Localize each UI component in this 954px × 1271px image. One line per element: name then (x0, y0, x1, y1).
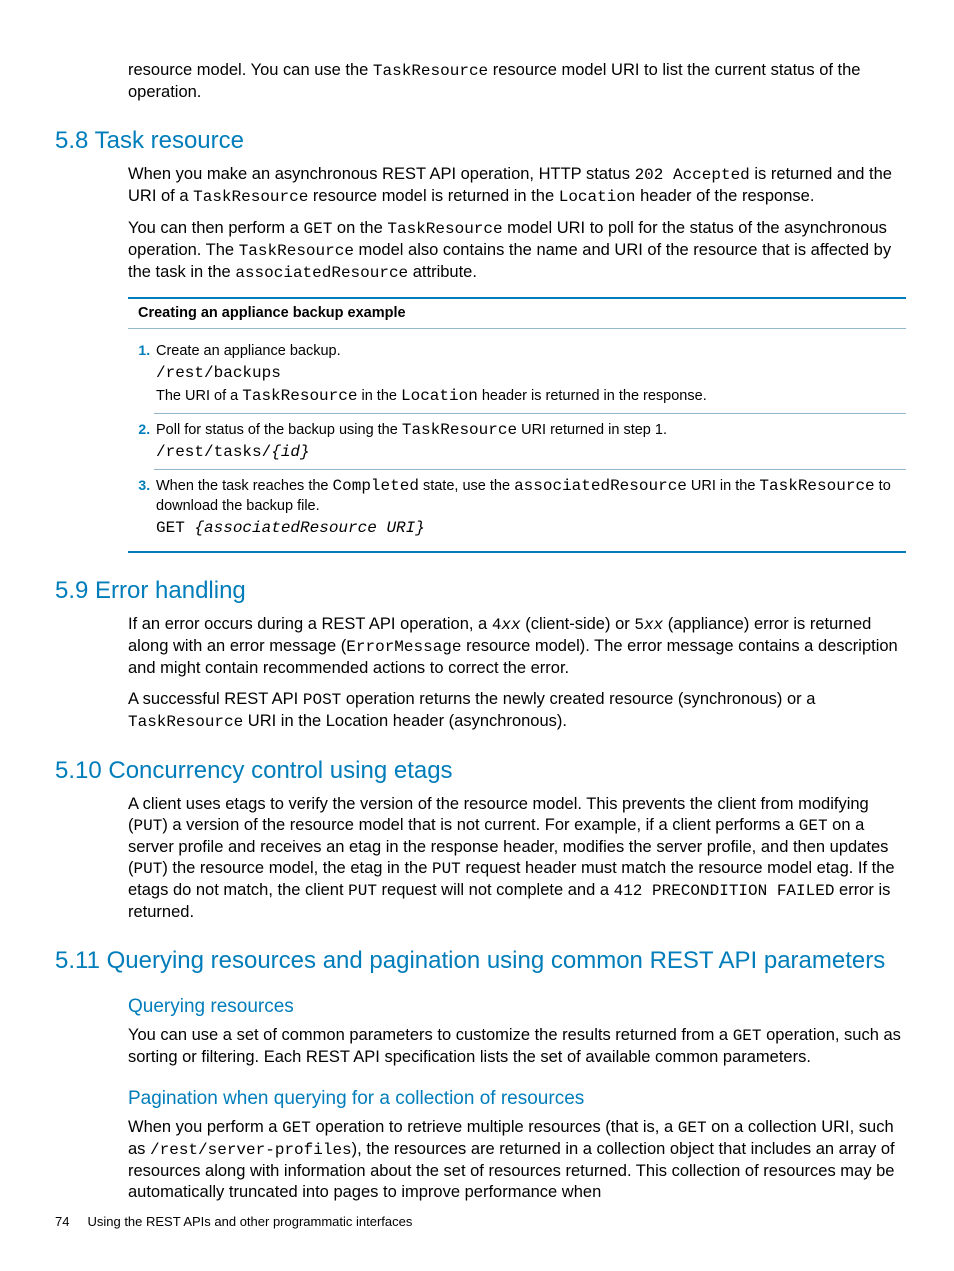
para: When you perform a GET operation to retr… (128, 1117, 906, 1203)
example-step-1: Create an appliance backup. /rest/backup… (154, 335, 906, 413)
para: If an error occurs during a REST API ope… (128, 614, 906, 679)
example-box: Creating an appliance backup example Cre… (128, 297, 906, 552)
example-step-3: When the task reaches the Completed stat… (154, 470, 906, 544)
code: TaskResource (373, 62, 488, 80)
heading-querying-resources: Querying resources (128, 995, 906, 1020)
para: You can then perform a GET on the TaskRe… (128, 218, 906, 283)
heading-5-8: 5.8 Task resource (55, 125, 906, 156)
example-title: Creating an appliance backup example (128, 299, 906, 329)
heading-5-9: 5.9 Error handling (55, 575, 906, 606)
page-footer: 74 Using the REST APIs and other programm… (55, 1214, 412, 1231)
para: A client uses etags to verify the versio… (128, 794, 906, 924)
para: You can use a set of common parameters t… (128, 1025, 906, 1068)
para: When you make an asynchronous REST API o… (128, 164, 906, 208)
heading-5-10: 5.10 Concurrency control using etags (55, 755, 906, 786)
heading-5-11: 5.11 Querying resources and pagination u… (55, 945, 906, 976)
footer-title: Using the REST APIs and other programmat… (87, 1214, 412, 1229)
text: resource model. You can use the (128, 61, 373, 79)
intro-continuation: resource model. You can use the TaskReso… (128, 60, 906, 103)
para: A successful REST API POST operation ret… (128, 689, 906, 733)
example-step-2: Poll for status of the backup using the … (154, 414, 906, 471)
page-number: 74 (55, 1214, 69, 1229)
heading-pagination: Pagination when querying for a collectio… (128, 1087, 906, 1112)
